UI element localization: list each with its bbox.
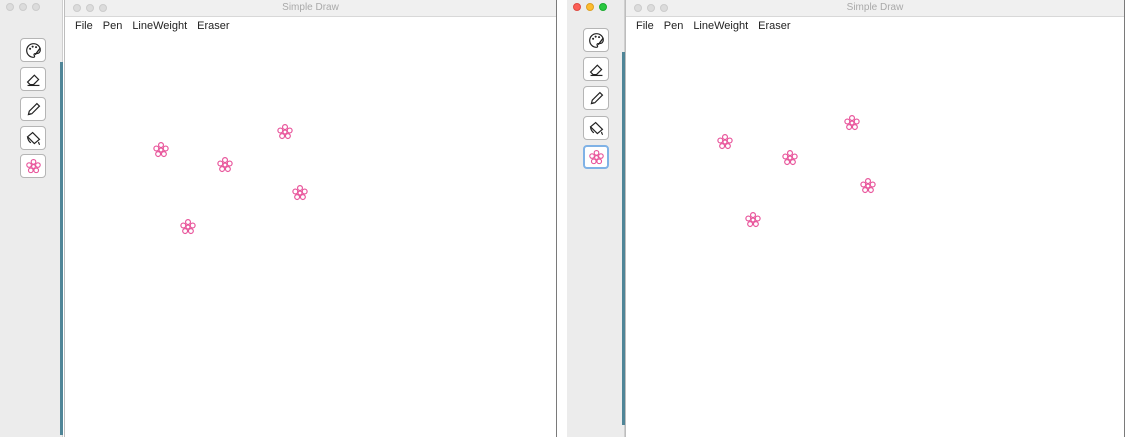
menu-eraser[interactable]: Eraser xyxy=(758,20,790,32)
flower-stamp[interactable] xyxy=(179,218,197,236)
window-titlebar: Simple Draw xyxy=(626,0,1124,17)
eraser-tool-button[interactable] xyxy=(20,67,46,91)
menu-file[interactable]: File xyxy=(636,20,654,32)
draw-window: Simple Draw File Pen LineWeight Eraser xyxy=(625,0,1125,437)
tool-palette xyxy=(567,0,625,437)
menu-file[interactable]: File xyxy=(75,20,93,32)
flower-stamp-icon xyxy=(25,158,41,173)
flower-stamp-icon xyxy=(717,134,733,150)
flower-stamp[interactable] xyxy=(216,156,234,174)
pencil-tool-button[interactable] xyxy=(583,86,609,110)
palette-icon xyxy=(588,32,604,48)
flower-stamp-icon xyxy=(860,178,876,194)
flower-stamp[interactable] xyxy=(843,114,861,132)
menu-lineweight[interactable]: LineWeight xyxy=(693,20,748,32)
palette-titlebar xyxy=(0,0,62,14)
flower-stamp-icon xyxy=(153,142,169,158)
draw-window: Simple Draw File Pen LineWeight Eraser xyxy=(64,0,557,437)
minimize-icon[interactable] xyxy=(586,3,594,11)
paint-bucket-icon xyxy=(26,131,40,145)
close-icon[interactable] xyxy=(573,3,581,11)
flower-stamp[interactable] xyxy=(276,123,294,141)
flower-stamp[interactable] xyxy=(859,177,877,195)
fill-tool-button[interactable] xyxy=(583,116,609,140)
flower-stamp-icon xyxy=(277,124,293,140)
palette-icon xyxy=(25,42,41,58)
zoom-icon[interactable] xyxy=(32,3,40,11)
flower-stamp-icon xyxy=(745,212,761,228)
zoom-icon[interactable] xyxy=(599,3,607,11)
stamp-tool-button[interactable] xyxy=(20,154,46,178)
window-titlebar: Simple Draw xyxy=(65,0,556,17)
window-title: Simple Draw xyxy=(282,2,339,13)
paint-bucket-icon xyxy=(589,121,603,135)
fill-tool-button[interactable] xyxy=(20,126,46,150)
eraser-tool-button[interactable] xyxy=(583,57,609,81)
color-tool-button[interactable] xyxy=(583,28,609,52)
flower-stamp-icon xyxy=(292,185,308,201)
menu-lineweight[interactable]: LineWeight xyxy=(132,20,187,32)
flower-stamp[interactable] xyxy=(152,141,170,159)
menu-pen[interactable]: Pen xyxy=(103,20,123,32)
menu-bar: File Pen LineWeight Eraser xyxy=(65,17,556,36)
eraser-icon xyxy=(26,73,39,86)
drawing-canvas[interactable] xyxy=(65,35,556,437)
flower-stamp-icon xyxy=(782,150,798,166)
flower-stamp-icon xyxy=(844,115,860,131)
right-screenshot-panel: Simple Draw File Pen LineWeight Eraser xyxy=(567,0,1125,437)
drawing-canvas[interactable] xyxy=(626,35,1124,437)
window-title: Simple Draw xyxy=(846,2,904,13)
color-tool-button[interactable] xyxy=(20,38,46,62)
eraser-icon xyxy=(589,63,602,76)
menu-eraser[interactable]: Eraser xyxy=(197,20,229,32)
pencil-icon xyxy=(590,91,603,104)
flower-stamp-icon xyxy=(217,157,233,173)
flower-stamp-icon xyxy=(588,149,604,164)
menu-pen[interactable]: Pen xyxy=(664,20,684,32)
flower-stamp[interactable] xyxy=(716,133,734,151)
pencil-icon xyxy=(27,102,40,115)
tool-palette xyxy=(0,0,63,437)
palette-titlebar xyxy=(567,0,624,14)
close-icon[interactable] xyxy=(6,3,14,11)
pencil-tool-button[interactable] xyxy=(20,97,46,121)
minimize-icon[interactable] xyxy=(19,3,27,11)
stamp-tool-button[interactable] xyxy=(583,145,609,169)
left-screenshot-panel: Simple Draw File Pen LineWeight Eraser xyxy=(0,0,558,437)
flower-stamp[interactable] xyxy=(781,149,799,167)
palette-edge xyxy=(60,62,63,435)
menu-bar: File Pen LineWeight Eraser xyxy=(626,17,1124,36)
flower-stamp[interactable] xyxy=(744,211,762,229)
flower-stamp-icon xyxy=(180,219,196,235)
flower-stamp[interactable] xyxy=(291,184,309,202)
